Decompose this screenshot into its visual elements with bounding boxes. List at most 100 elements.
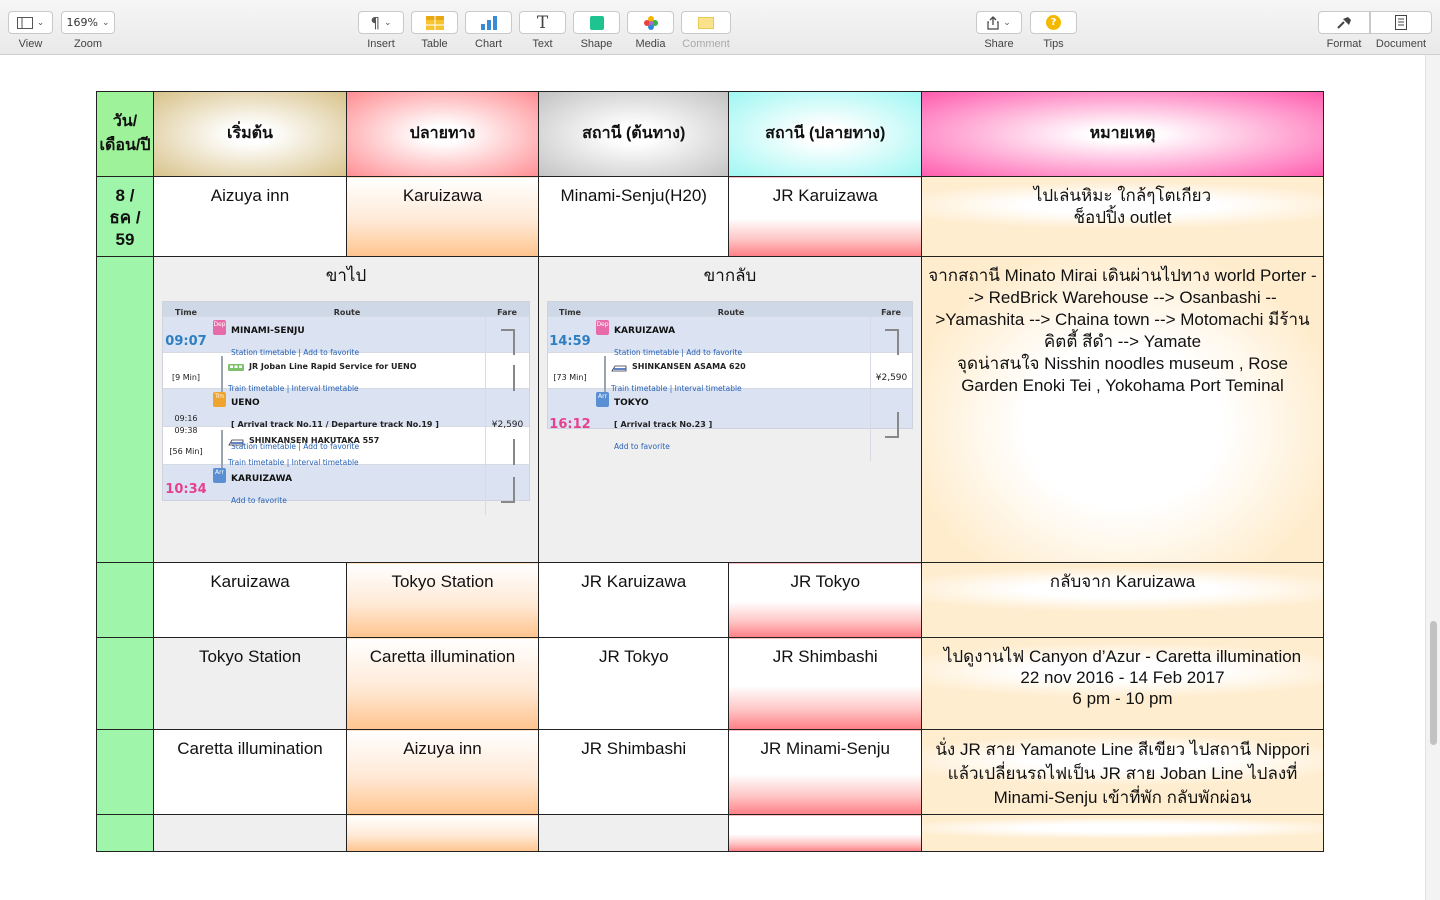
from-station-cell[interactable]: JR Karuizawa bbox=[537, 562, 730, 638]
format-control[interactable]: Format bbox=[1318, 11, 1370, 50]
to-station-cell[interactable]: JR Karuizawa bbox=[728, 176, 922, 257]
media-button[interactable] bbox=[627, 11, 674, 34]
table-button[interactable] bbox=[411, 11, 458, 34]
view-control[interactable]: ⌄ View bbox=[8, 11, 53, 50]
document-button[interactable] bbox=[1370, 11, 1432, 34]
insert-control[interactable]: ¶ ⌄ Insert bbox=[358, 11, 404, 50]
format-button[interactable] bbox=[1318, 11, 1370, 34]
departure-station: KARUIZAWA bbox=[614, 326, 676, 336]
header-date[interactable]: วัน/เดือน/ปี bbox=[96, 91, 154, 177]
note-cell[interactable]: ไปเล่นหิมะ ใกล้ๆโตเกียว ช็อปปิ้ง outlet bbox=[921, 176, 1324, 257]
text-control[interactable]: T Text bbox=[519, 11, 566, 50]
to-station-cell[interactable]: JR Shimbashi bbox=[728, 637, 922, 730]
note-cell[interactable]: นั่ง JR สาย Yamanote Line สีเขียว ไปสถาน… bbox=[921, 729, 1324, 815]
destination-cell[interactable]: Caretta illumination bbox=[346, 637, 539, 730]
station-links[interactable]: Add to favorite bbox=[614, 436, 712, 458]
view-label: View bbox=[18, 38, 43, 50]
photos-flower-icon bbox=[643, 15, 658, 30]
to-station-cell[interactable]: JR Minami-Senju bbox=[728, 729, 922, 815]
date-year: 59 bbox=[115, 230, 135, 249]
train-line: JR Joban Line Rapid Service for UENO bbox=[249, 362, 417, 371]
route-header: Time Route Fare bbox=[548, 302, 912, 317]
tips-control[interactable]: ? Tips bbox=[1030, 11, 1077, 50]
header-to-station[interactable]: สถานี (ปลายทาง) bbox=[728, 91, 922, 177]
date-cell[interactable] bbox=[96, 562, 154, 638]
from-station-cell[interactable]: Minami-Senju(H20) bbox=[537, 176, 730, 257]
table-row-empty bbox=[96, 814, 1324, 852]
insert-label: Insert bbox=[367, 38, 395, 50]
fare-bracket bbox=[485, 465, 529, 515]
tips-button[interactable]: ? bbox=[1030, 11, 1077, 34]
chart-button[interactable] bbox=[465, 11, 512, 34]
media-control[interactable]: Media bbox=[627, 11, 674, 50]
start-cell[interactable]: Karuizawa bbox=[153, 562, 347, 638]
text-label: Text bbox=[532, 38, 553, 50]
note-cell[interactable] bbox=[921, 814, 1324, 852]
table-row: Tokyo Station Caretta illumination JR To… bbox=[96, 637, 1324, 730]
to-station-cell[interactable] bbox=[728, 814, 922, 852]
arrival-station: TOKYO bbox=[614, 398, 649, 408]
date-cell[interactable]: 8 / ธค / 59 bbox=[96, 176, 154, 257]
table-control[interactable]: Table bbox=[411, 11, 458, 50]
date-cell[interactable] bbox=[96, 814, 154, 852]
from-station-cell[interactable]: JR Tokyo bbox=[537, 637, 730, 730]
vertical-scrollbar[interactable] bbox=[1425, 55, 1440, 900]
scrollbar-thumb[interactable] bbox=[1430, 621, 1437, 745]
insert-button[interactable]: ¶ ⌄ bbox=[358, 11, 404, 34]
shinkansen-icon bbox=[611, 365, 627, 371]
shape-button[interactable] bbox=[573, 11, 620, 34]
tips-label: Tips bbox=[1043, 38, 1064, 50]
station-links[interactable]: Add to favorite bbox=[231, 490, 292, 512]
date-cell[interactable] bbox=[96, 729, 154, 815]
note-cell[interactable]: กลับจาก Karuizawa bbox=[921, 562, 1324, 638]
chart-label: Chart bbox=[475, 38, 502, 50]
destination-cell[interactable]: Aizuya inn bbox=[346, 729, 539, 815]
header-note[interactable]: หมายเหตุ bbox=[921, 91, 1324, 177]
share-control[interactable]: ⌄ Share bbox=[976, 11, 1022, 50]
share-icon bbox=[987, 15, 999, 30]
header-destination[interactable]: ปลายทาง bbox=[346, 91, 539, 177]
zoom-control[interactable]: 169% ⌄ Zoom bbox=[61, 11, 115, 50]
note-line: จากสถานี Minato Mirai เดินผ่านไปทาง worl… bbox=[928, 266, 1317, 351]
destination-cell[interactable] bbox=[346, 814, 539, 852]
shape-control[interactable]: Shape bbox=[573, 11, 620, 50]
document-control[interactable]: Document bbox=[1370, 11, 1432, 50]
comment-control[interactable]: Comment bbox=[681, 11, 731, 50]
bracket-top-icon bbox=[884, 329, 899, 355]
note-line: Minami-Senju เข้าที่พัก กลับพักผ่อน bbox=[993, 788, 1252, 807]
destination-cell[interactable]: Tokyo Station bbox=[346, 562, 539, 638]
note-line: 22 nov 2016 - 14 Feb 2017 bbox=[1020, 668, 1225, 687]
from-station-cell[interactable]: JR Shimbashi bbox=[537, 729, 730, 815]
from-station-cell[interactable] bbox=[537, 814, 730, 852]
arrival-badge-icon: Arr bbox=[596, 392, 609, 407]
note-cell[interactable]: ไปดูงานไฟ Canyon d’Azur - Caretta illumi… bbox=[921, 637, 1324, 730]
header-start[interactable]: เริ่มต้น bbox=[153, 91, 347, 177]
destination-cell[interactable]: Karuizawa bbox=[346, 176, 539, 257]
format-label: Format bbox=[1326, 38, 1362, 50]
start-cell[interactable]: Tokyo Station bbox=[153, 637, 347, 730]
view-button[interactable]: ⌄ bbox=[8, 11, 53, 34]
chart-control[interactable]: Chart bbox=[465, 11, 512, 50]
outbound-route-cell[interactable]: ขาไป Time Route Fare 09:07 Dep MINAMI-SE… bbox=[153, 256, 539, 563]
to-station-cell[interactable]: JR Tokyo bbox=[728, 562, 922, 638]
route-header-time: Time bbox=[175, 308, 197, 317]
shape-label: Shape bbox=[580, 38, 613, 50]
help-question-icon: ? bbox=[1046, 15, 1061, 30]
table-row-routes: ขาไป Time Route Fare 09:07 Dep MINAMI-SE… bbox=[96, 256, 1324, 563]
date-cell[interactable] bbox=[96, 637, 154, 730]
date-month: ธค / bbox=[109, 208, 141, 227]
return-route-cell[interactable]: ขากลับ Time Route Fare 14:59 Dep KARUIZA… bbox=[538, 256, 922, 563]
itinerary-table[interactable]: วัน/เดือน/ปี เริ่มต้น ปลายทาง สถานี (ต้น… bbox=[96, 91, 1324, 852]
fare-bracket bbox=[870, 389, 912, 461]
zoom-button[interactable]: 169% ⌄ bbox=[61, 11, 115, 34]
comment-button[interactable] bbox=[681, 11, 731, 34]
start-cell[interactable] bbox=[153, 814, 347, 852]
text-button[interactable]: T bbox=[519, 11, 566, 34]
header-from-station[interactable]: สถานี (ต้นทาง) bbox=[537, 91, 730, 177]
date-cell[interactable] bbox=[96, 256, 154, 563]
start-cell[interactable]: Caretta illumination bbox=[153, 729, 347, 815]
note-cell[interactable]: จากสถานี Minato Mirai เดินผ่านไปทาง worl… bbox=[921, 256, 1324, 563]
chevron-down-icon: ⌄ bbox=[384, 17, 392, 28]
start-cell[interactable]: Aizuya inn bbox=[153, 176, 347, 257]
share-button[interactable]: ⌄ bbox=[976, 11, 1022, 34]
